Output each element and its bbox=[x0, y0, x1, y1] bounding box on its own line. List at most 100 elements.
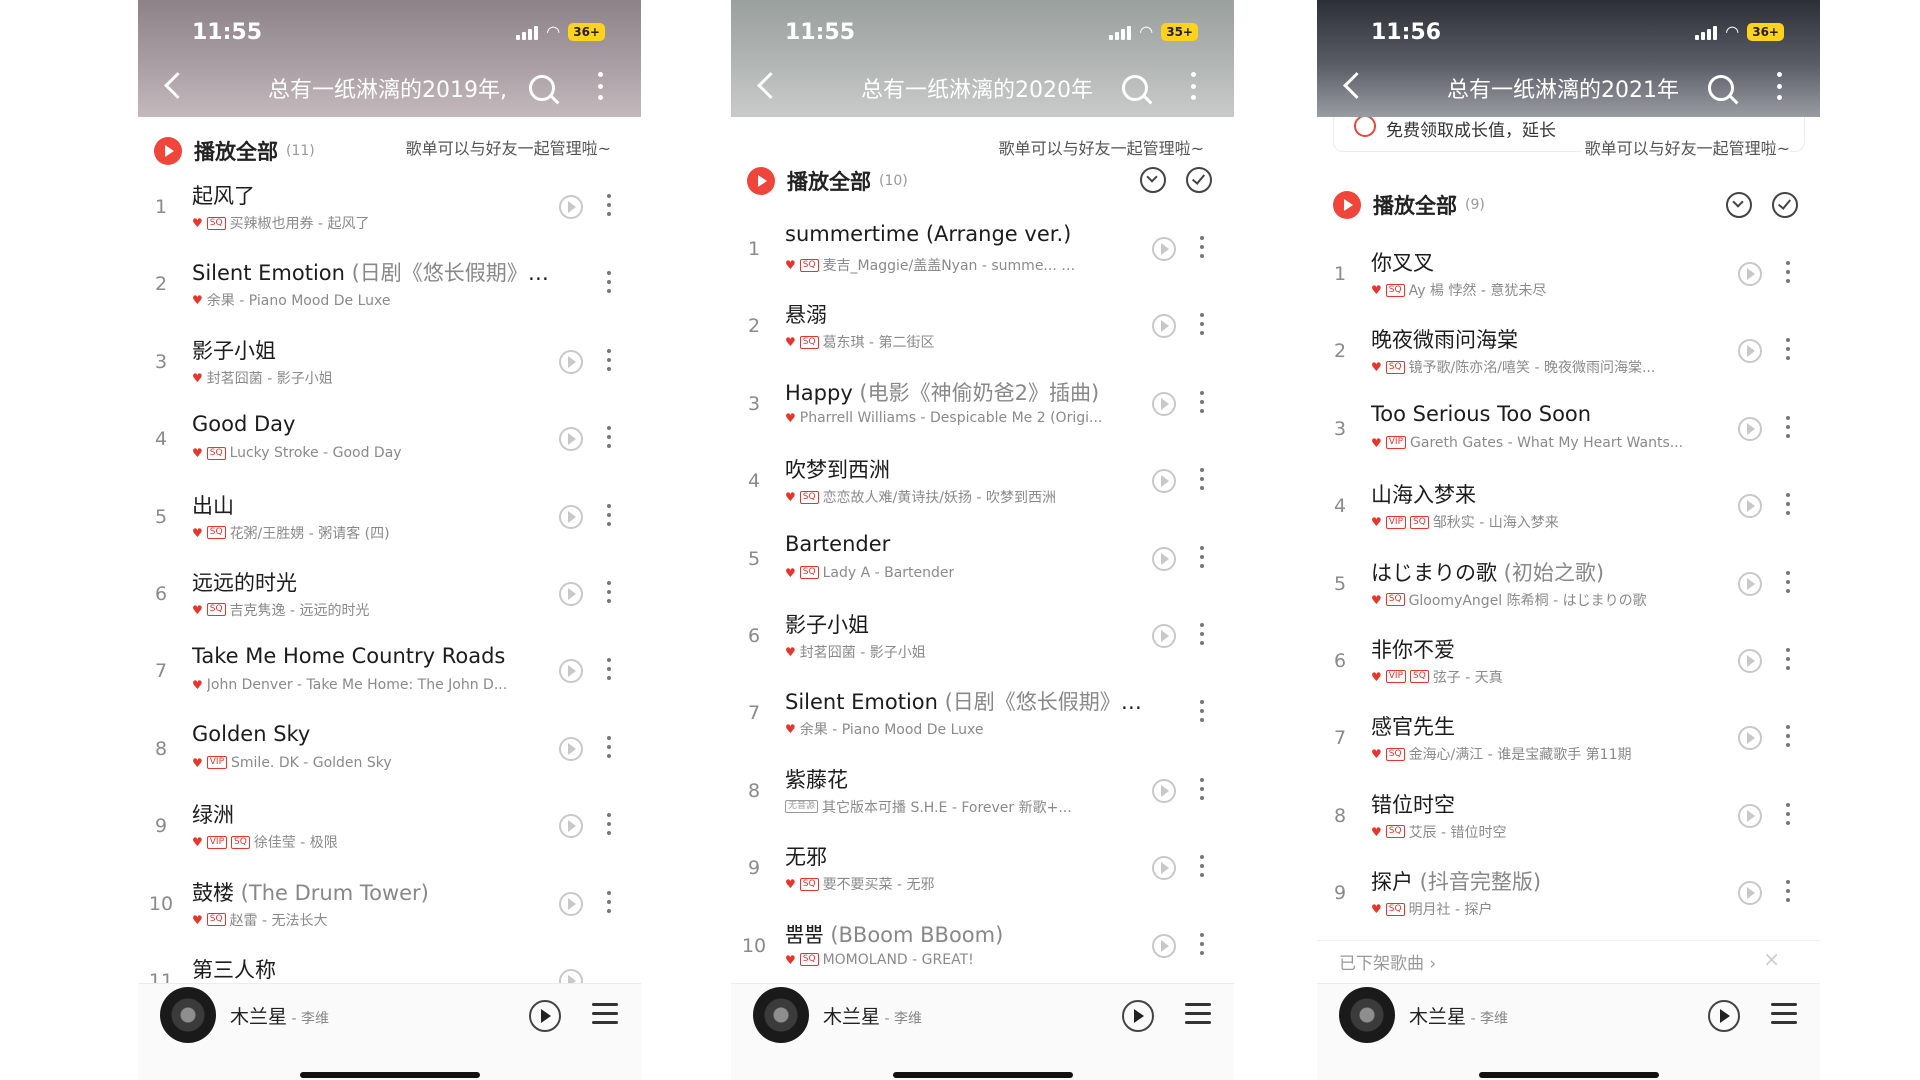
song-row[interactable]: 1 你叉叉 ♥ SQ Ay 楊 悖然 - 意犹未尽 bbox=[1317, 237, 1820, 314]
row-more-icon[interactable] bbox=[1200, 622, 1204, 645]
video-play-icon[interactable] bbox=[559, 659, 583, 684]
video-play-icon[interactable] bbox=[1738, 648, 1762, 673]
song-row[interactable]: 1 summertime (Arrange ver.) ♥ SQ 麦吉_Maggie/盖… bbox=[731, 212, 1234, 289]
row-more-icon[interactable] bbox=[1200, 777, 1204, 800]
row-more-icon[interactable] bbox=[607, 503, 611, 526]
row-more-icon[interactable] bbox=[1786, 802, 1790, 825]
back-icon[interactable] bbox=[164, 72, 191, 99]
back-icon[interactable] bbox=[1343, 72, 1370, 99]
row-more-icon[interactable] bbox=[1786, 338, 1790, 361]
row-more-icon[interactable] bbox=[1786, 415, 1790, 438]
song-row[interactable]: 9 绿洲 ♥ VIP SQ 徐佳莹 - 极限 bbox=[138, 789, 641, 866]
song-row[interactable]: 3 影子小姐 ♥ 封茗囧菌 - 影子小姐 bbox=[138, 325, 641, 402]
song-row[interactable]: 7 Silent Emotion (日剧《悠长假期》主… ♥ 余果 - Piano M… bbox=[731, 676, 1234, 753]
song-row[interactable]: 2 悬溺 ♥ SQ 葛东琪 - 第二街区 bbox=[731, 289, 1234, 366]
more-icon[interactable] bbox=[1777, 72, 1783, 100]
song-row[interactable]: 10 뿜뿜 (BBoom BBoom) ♥ SQ MOMOLAND - GREAT! bbox=[731, 909, 1234, 986]
song-row[interactable]: 7 感官先生 ♥ SQ 金海心/满江 - 谁是宝藏歌手 第11期 bbox=[1317, 701, 1820, 778]
song-row[interactable]: 1 起风了 ♥ SQ 买辣椒也用券 - 起风了 bbox=[138, 170, 641, 247]
song-row[interactable]: 9 无邪 ♥ SQ 要不要买菜 - 无邪 bbox=[731, 831, 1234, 908]
row-more-icon[interactable] bbox=[1786, 493, 1790, 516]
video-play-icon[interactable] bbox=[1738, 339, 1762, 364]
song-row[interactable]: 8 错位时空 ♥ SQ 艾辰 - 错位时空 bbox=[1317, 779, 1820, 856]
video-play-icon[interactable] bbox=[559, 736, 583, 761]
song-row[interactable]: 4 吹梦到西洲 ♥ SQ 恋恋故人难/黄诗扶/妖扬 - 吹梦到西洲 bbox=[731, 444, 1234, 521]
row-more-icon[interactable] bbox=[1786, 647, 1790, 670]
song-row[interactable]: 5 はじまりの歌 (初始之歌) ♥ SQ GloomyAngel 陈希桐 - はじまりの… bbox=[1317, 547, 1820, 624]
row-more-icon[interactable] bbox=[1200, 468, 1204, 491]
play-button[interactable] bbox=[1708, 1000, 1740, 1032]
video-play-icon[interactable] bbox=[1152, 933, 1176, 958]
album-disc[interactable] bbox=[753, 987, 809, 1043]
back-icon[interactable] bbox=[757, 72, 784, 99]
play-button[interactable] bbox=[529, 1000, 561, 1032]
song-row[interactable]: 5 出山 ♥ SQ 花粥/王胜娚 - 粥请客 (四) bbox=[138, 480, 641, 557]
video-play-icon[interactable] bbox=[1738, 881, 1762, 906]
song-row[interactable]: 3 Too Serious Too Soon ♥ VIP Gareth Gates - … bbox=[1317, 392, 1820, 469]
song-row[interactable]: 10 鼓楼 (The Drum Tower) ♥ SQ 赵雷 - 无法长大 bbox=[138, 867, 641, 944]
row-more-icon[interactable] bbox=[607, 658, 611, 681]
song-row[interactable]: 9 探户 (抖音完整版) ♥ SQ 明月社 - 探户 bbox=[1317, 856, 1820, 933]
mini-player[interactable]: 木兰星 - 李维 bbox=[731, 983, 1234, 1080]
multi-select-icon[interactable] bbox=[1772, 192, 1798, 218]
video-play-icon[interactable] bbox=[559, 195, 583, 219]
song-row[interactable]: 8 Golden Sky ♥ VIP Smile. DK - Golden Sky bbox=[138, 712, 641, 789]
row-more-icon[interactable] bbox=[607, 194, 611, 216]
song-row[interactable]: 8 紫藤花 无音源 其它版本可播 S.H.E - Forever 新歌+... bbox=[731, 754, 1234, 831]
song-row[interactable]: 6 远远的时光 ♥ SQ 吉克隽逸 - 远远的时光 bbox=[138, 557, 641, 634]
row-more-icon[interactable] bbox=[1200, 700, 1204, 723]
row-more-icon[interactable] bbox=[607, 890, 611, 913]
video-play-icon[interactable] bbox=[1152, 546, 1176, 571]
video-play-icon[interactable] bbox=[1738, 494, 1762, 519]
search-icon[interactable] bbox=[529, 75, 555, 101]
queue-icon[interactable] bbox=[1185, 1003, 1211, 1027]
row-more-icon[interactable] bbox=[1786, 261, 1790, 283]
play-button[interactable] bbox=[1122, 1000, 1154, 1032]
song-row[interactable]: 6 影子小姐 ♥ 封茗囧菌 - 影子小姐 bbox=[731, 599, 1234, 676]
video-play-icon[interactable] bbox=[1152, 237, 1176, 261]
row-more-icon[interactable] bbox=[1200, 313, 1204, 336]
song-row[interactable]: 2 晚夜微雨问海棠 ♥ SQ 镜予歌/陈亦洺/嘻笑 - 晚夜微雨问海棠... bbox=[1317, 314, 1820, 391]
video-play-icon[interactable] bbox=[559, 891, 583, 916]
video-play-icon[interactable] bbox=[1738, 262, 1762, 286]
row-more-icon[interactable] bbox=[1786, 725, 1790, 748]
row-more-icon[interactable] bbox=[607, 813, 611, 836]
removed-songs-row[interactable]: 已下架歌曲 › × bbox=[1317, 940, 1820, 977]
mini-player[interactable]: 木兰星 - 李维 bbox=[138, 983, 641, 1080]
row-more-icon[interactable] bbox=[1200, 236, 1204, 258]
video-play-icon[interactable] bbox=[1738, 726, 1762, 751]
song-row[interactable]: 6 非你不爱 ♥ VIP SQ 弦子 - 天真 bbox=[1317, 624, 1820, 701]
video-play-icon[interactable] bbox=[1738, 416, 1762, 441]
row-more-icon[interactable] bbox=[1200, 390, 1204, 413]
video-play-icon[interactable] bbox=[559, 504, 583, 529]
queue-icon[interactable] bbox=[592, 1003, 618, 1027]
album-disc[interactable] bbox=[160, 987, 216, 1043]
row-more-icon[interactable] bbox=[607, 426, 611, 449]
play-all-button[interactable]: 播放全部 (9) bbox=[1333, 190, 1485, 220]
video-play-icon[interactable] bbox=[1152, 623, 1176, 648]
video-play-icon[interactable] bbox=[559, 349, 583, 374]
multi-select-icon[interactable] bbox=[1186, 167, 1212, 193]
row-more-icon[interactable] bbox=[1786, 570, 1790, 593]
song-row[interactable]: 2 Silent Emotion (日剧《悠长假期》主… ♥ 余果 - Piano M… bbox=[138, 247, 641, 324]
video-play-icon[interactable] bbox=[1152, 856, 1176, 881]
more-icon[interactable] bbox=[598, 72, 604, 100]
song-row[interactable]: 3 Happy (电影《神偷奶爸2》插曲) ♥ Pharrell Williams -… bbox=[731, 367, 1234, 444]
download-icon[interactable] bbox=[1140, 167, 1166, 193]
play-all-button[interactable]: 播放全部 (10) bbox=[747, 166, 908, 196]
album-disc[interactable] bbox=[1339, 987, 1395, 1043]
song-row[interactable]: 5 Bartender ♥ SQ Lady A - Bartender bbox=[731, 522, 1234, 599]
mini-player[interactable]: 木兰星 - 李维 bbox=[1317, 983, 1820, 1080]
song-row[interactable]: 4 山海入梦来 ♥ VIP SQ 邹秋实 - 山海入梦来 bbox=[1317, 469, 1820, 546]
row-more-icon[interactable] bbox=[1786, 880, 1790, 903]
more-icon[interactable] bbox=[1191, 72, 1197, 100]
video-play-icon[interactable] bbox=[1152, 391, 1176, 416]
row-more-icon[interactable] bbox=[607, 735, 611, 758]
search-icon[interactable] bbox=[1122, 75, 1148, 101]
song-row[interactable]: 7 Take Me Home Country Roads ♥ John Denver … bbox=[138, 634, 641, 711]
row-more-icon[interactable] bbox=[607, 271, 611, 294]
video-play-icon[interactable] bbox=[1152, 778, 1176, 803]
video-play-icon[interactable] bbox=[559, 814, 583, 839]
close-icon[interactable]: × bbox=[1763, 947, 1780, 971]
video-play-icon[interactable] bbox=[1152, 314, 1176, 339]
